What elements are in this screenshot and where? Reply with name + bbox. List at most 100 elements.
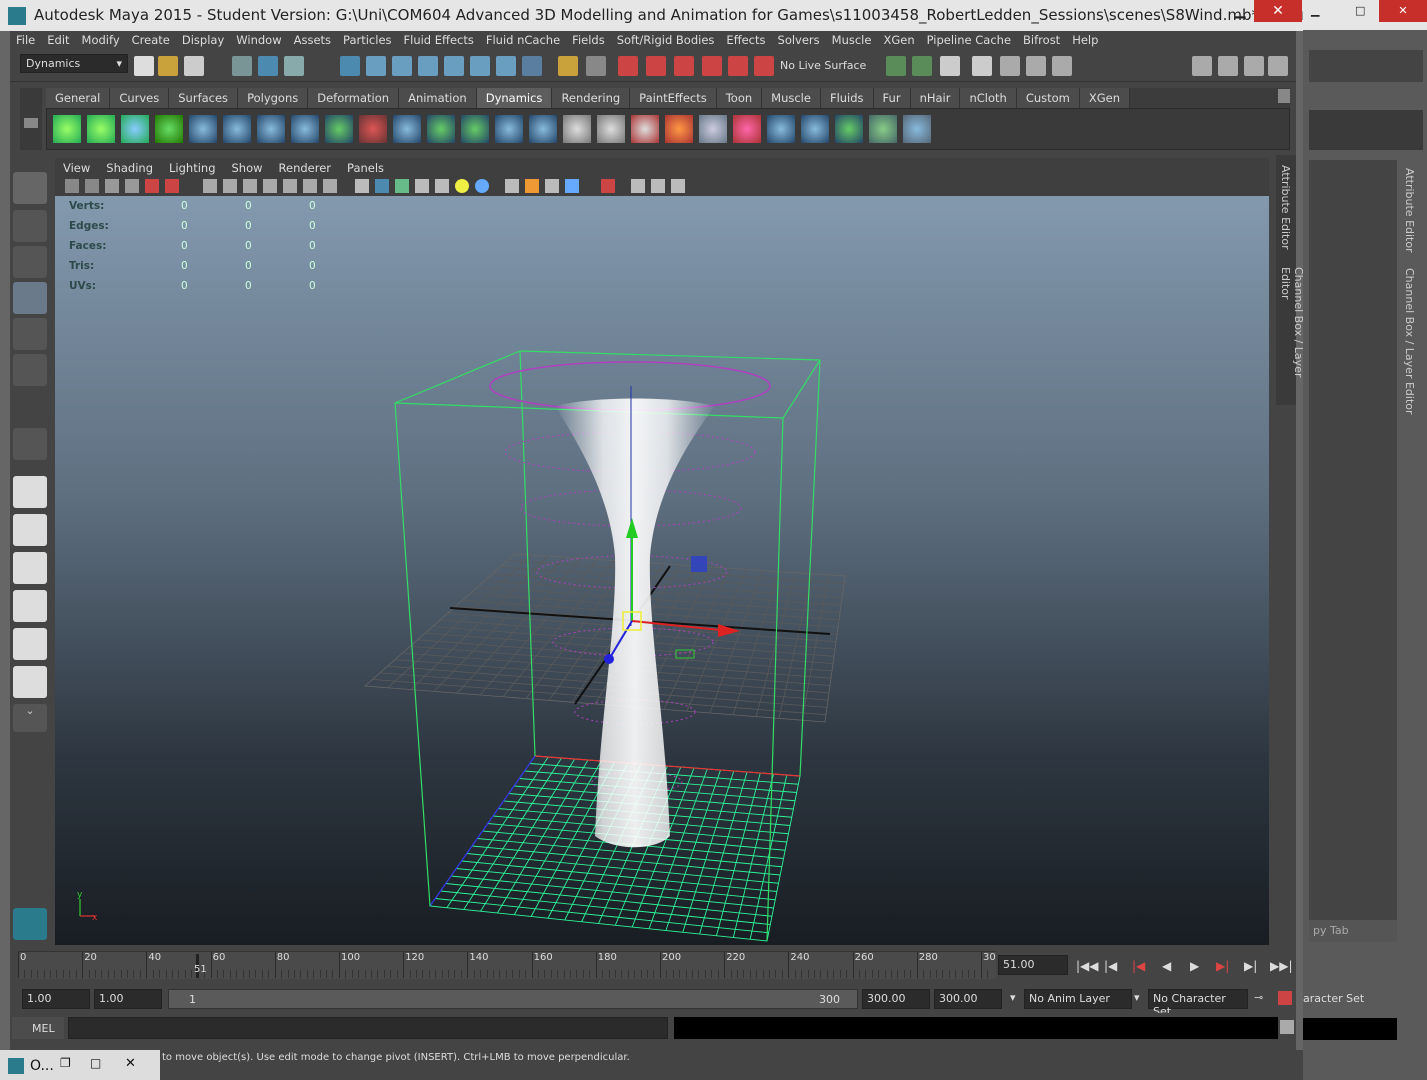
constraint-icon[interactable]	[631, 115, 659, 143]
construction-history-icon[interactable]	[618, 56, 638, 76]
panel-menu-lighting[interactable]: Lighting	[161, 158, 223, 175]
move-tool-icon[interactable]	[13, 282, 47, 314]
lasso-tool-icon[interactable]	[13, 210, 47, 242]
select-object-icon[interactable]	[258, 56, 278, 76]
last-tool-icon[interactable]	[13, 428, 47, 460]
bookmark-icon[interactable]	[105, 179, 119, 193]
trash-icon[interactable]	[1278, 89, 1290, 103]
safe-title-icon[interactable]	[323, 179, 337, 193]
volume-axis-field-icon[interactable]	[461, 115, 489, 143]
create-emitter-icon[interactable]	[53, 115, 81, 143]
perspective-viewport[interactable]: Verts: 0 0 0 Edges: 0 0 0 Faces: 0 0 0 Tris: 0 0 0 UVs: 0…	[55, 196, 1269, 945]
key-icon[interactable]: ⊸	[1254, 991, 1263, 1004]
menu-help[interactable]: Help	[1066, 31, 1104, 47]
paint-select-tool-icon[interactable]	[13, 246, 47, 278]
shelf-tab-custom[interactable]: Custom	[1016, 88, 1080, 108]
fire-icon[interactable]	[665, 115, 693, 143]
goal-icon[interactable]	[155, 115, 183, 143]
2d-pan-zoom-icon[interactable]	[145, 179, 159, 193]
clapper-3-icon[interactable]	[1052, 56, 1072, 76]
ipr-render-icon[interactable]	[912, 56, 932, 76]
camera-attributes-icon[interactable]	[85, 179, 99, 193]
selection-filter-icon[interactable]	[586, 56, 606, 76]
open-scene-icon[interactable]	[158, 56, 178, 76]
shelf-tab-muscle[interactable]: Muscle	[762, 88, 821, 108]
panel-menu-panels[interactable]: Panels	[339, 158, 392, 175]
second-window-tab[interactable]: py Tab	[1309, 920, 1397, 942]
select-component-icon[interactable]	[284, 56, 304, 76]
close-icon[interactable]: ✕	[125, 1056, 136, 1071]
wireframe-on-shaded-icon[interactable]	[395, 179, 409, 193]
menu-create[interactable]: Create	[126, 31, 176, 47]
maximize-icon[interactable]: □	[90, 1056, 101, 1070]
passive-rigid-icon[interactable]	[597, 115, 625, 143]
shatter-icon[interactable]	[801, 115, 829, 143]
select-tool-icon[interactable]	[13, 172, 47, 204]
four-view-layout-icon[interactable]	[13, 514, 47, 546]
single-perspective-layout-icon[interactable]	[13, 476, 47, 508]
second-window-maximize[interactable]: □	[1355, 4, 1365, 17]
animation-start-field[interactable]: 1.00	[22, 989, 90, 1009]
shelf-tab-nhair[interactable]: nHair	[910, 88, 961, 108]
lightning-icon[interactable]	[767, 115, 795, 143]
menu-fluid-ncache[interactable]: Fluid nCache	[480, 31, 566, 47]
animation-end-field[interactable]: 300.00	[934, 989, 1002, 1009]
magnet-3-icon[interactable]	[702, 56, 722, 76]
uniform-field-icon[interactable]	[393, 115, 421, 143]
shelf-tab-animation[interactable]: Animation	[399, 88, 477, 108]
command-input[interactable]	[68, 1017, 668, 1039]
step-forward-frame-button[interactable]: ▶|	[1216, 959, 1229, 973]
shelf-tab-fluids[interactable]: Fluids	[820, 88, 874, 108]
character-set-dropdown[interactable]: No Character Set	[1148, 989, 1248, 1018]
field-chart-icon[interactable]	[283, 179, 297, 193]
persp-outliner-layout-icon[interactable]	[13, 552, 47, 584]
grease-pencil-icon[interactable]	[165, 179, 179, 193]
gravity-field-icon[interactable]	[257, 115, 285, 143]
range-slider-bar[interactable]: 1 300	[168, 989, 858, 1009]
grid-toggle-icon[interactable]	[203, 179, 217, 193]
magnet-2-icon[interactable]	[674, 56, 694, 76]
curve-flow-icon[interactable]	[835, 115, 863, 143]
shelf-tab-curves[interactable]: Curves	[110, 88, 170, 108]
menu-display[interactable]: Display	[176, 31, 230, 47]
channel-box-toggle-icon[interactable]	[1268, 56, 1288, 76]
snap-point-icon[interactable]	[392, 56, 412, 76]
use-all-lights-icon[interactable]	[455, 179, 469, 193]
shelf-tab-fur[interactable]: Fur	[873, 88, 911, 108]
shelf-tab-surfaces[interactable]: Surfaces	[169, 88, 239, 108]
persp-graph-hypergraph-layout-icon[interactable]	[13, 666, 47, 698]
vortex-field-icon[interactable]	[427, 115, 455, 143]
surface-flow-icon[interactable]	[869, 115, 897, 143]
second-window-close[interactable]: ✕	[1379, 0, 1427, 22]
go-to-start-button[interactable]: |◀◀	[1076, 959, 1099, 973]
wireframe-icon[interactable]	[355, 179, 369, 193]
tool-settings-toggle-icon[interactable]	[1244, 56, 1264, 76]
textured-icon[interactable]	[435, 179, 449, 193]
attribute-editor-toggle-icon[interactable]	[1218, 56, 1238, 76]
save-scene-icon[interactable]	[184, 56, 204, 76]
newton-field-icon[interactable]	[291, 115, 319, 143]
shelf-tab-xgen[interactable]: XGen	[1079, 88, 1131, 108]
go-to-end-button[interactable]: ▶▶|	[1270, 959, 1293, 973]
second-attribute-editor-tab[interactable]: Attribute Editor	[1403, 168, 1416, 253]
layout-toggle-icon[interactable]	[1192, 56, 1212, 76]
anim-layer-dropdown[interactable]: No Anim Layer	[1024, 989, 1132, 1009]
delete-surface-flow-icon[interactable]	[903, 115, 931, 143]
play-forwards-button[interactable]: ▶	[1190, 959, 1199, 973]
step-forward-key-button[interactable]: ▶|	[1244, 959, 1257, 973]
gate-mask-icon[interactable]	[263, 179, 277, 193]
snap-live-icon[interactable]	[444, 56, 464, 76]
menu-window[interactable]: Window	[230, 31, 287, 47]
render-current-icon[interactable]	[886, 56, 906, 76]
current-time-field[interactable]: 51.00	[998, 955, 1068, 975]
anim-layer-dropdown-arrow[interactable]: ▾	[1010, 991, 1016, 1004]
time-slider[interactable]: 0 20 40 60 80 100 120 140 160 180 200 220 240 260 280 3…	[10, 945, 1296, 985]
magnet-icon[interactable]	[646, 56, 666, 76]
rotate-tool-icon[interactable]	[13, 318, 47, 350]
shelf-tab-rendering[interactable]: Rendering	[552, 88, 631, 108]
snap-view-plane-icon[interactable]	[418, 56, 438, 76]
menu-fluid-effects[interactable]: Fluid Effects	[398, 31, 480, 47]
smooth-shade-icon[interactable]	[375, 179, 389, 193]
playback-start-field[interactable]: 1.00	[94, 989, 162, 1009]
menu-particles[interactable]: Particles	[337, 31, 397, 47]
